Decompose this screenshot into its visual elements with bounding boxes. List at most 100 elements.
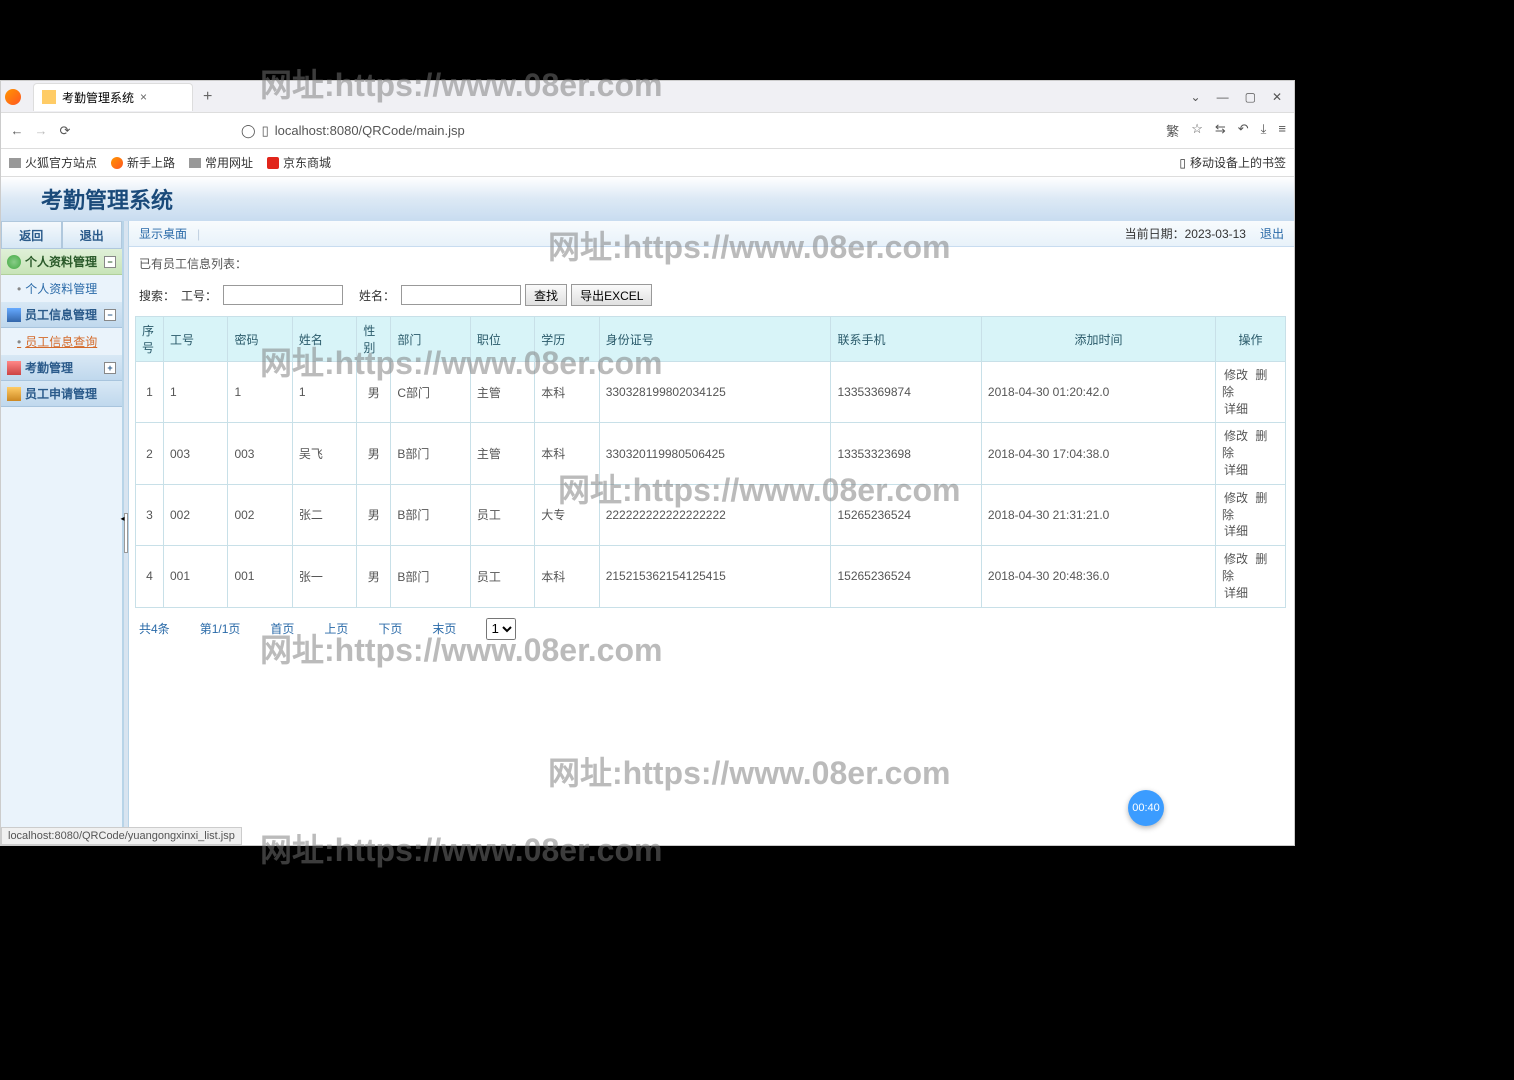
cell-gh: 1 — [164, 362, 228, 423]
browser-tab[interactable]: 考勤管理系统 × — [33, 83, 193, 111]
col-header: 添加时间 — [981, 317, 1215, 362]
tab-close-icon[interactable]: × — [140, 90, 147, 104]
search-button[interactable]: 查找 — [525, 284, 567, 306]
pager-next[interactable]: 下页 — [378, 620, 402, 637]
cell-pwd: 003 — [228, 423, 292, 484]
col-header: 联系手机 — [831, 317, 981, 362]
cell-time: 2018-04-30 21:31:21.0 — [981, 484, 1215, 545]
logout-link[interactable]: 退出 — [1260, 225, 1284, 242]
edit-link[interactable]: 修改 — [1224, 491, 1248, 505]
timer-badge: 00:40 — [1128, 790, 1164, 826]
sidebar-item-profile[interactable]: 个人资料管理 — [1, 275, 122, 302]
translate-icon[interactable]: 繁 — [1166, 121, 1179, 140]
cell-time: 2018-04-30 17:04:38.0 — [981, 423, 1215, 484]
expand-icon[interactable]: + — [104, 362, 116, 374]
bookmark-item[interactable]: 火狐官方站点 — [9, 154, 97, 171]
export-excel-button[interactable]: 导出EXCEL — [571, 284, 652, 306]
nav-forward-icon[interactable]: → — [33, 123, 49, 138]
app-header: 考勤管理系统 — [1, 177, 1294, 221]
sidebar-group-employee[interactable]: 员工信息管理 − — [1, 302, 122, 328]
pager-first[interactable]: 首页 — [270, 620, 294, 637]
cell-pos: 员工 — [470, 484, 534, 545]
bookmark-item[interactable]: 京东商城 — [267, 154, 331, 171]
cell-dept: B部门 — [391, 423, 471, 484]
xm-input[interactable] — [401, 285, 521, 305]
nav-reload-icon[interactable]: ⟳ — [57, 123, 73, 139]
extension-icon[interactable]: ⇆ — [1215, 121, 1226, 140]
address-bar: ← → ⟳ ◯ ▯ localhost:8080/QRCode/main.jsp… — [1, 113, 1294, 149]
cell-time: 2018-04-30 01:20:42.0 — [981, 362, 1215, 423]
history-icon[interactable]: ↶ — [1238, 121, 1249, 140]
bookmark-star-icon[interactable]: ☆ — [1191, 121, 1203, 140]
cell-dept: B部门 — [391, 546, 471, 607]
pager-total: 共4条 — [139, 620, 170, 637]
edit-link[interactable]: 修改 — [1224, 552, 1248, 566]
window-minimize-icon[interactable]: — — [1217, 90, 1229, 104]
col-header: 工号 — [164, 317, 228, 362]
col-header: 操作 — [1216, 317, 1286, 362]
bookmark-item[interactable]: 常用网址 — [189, 154, 253, 171]
chart-icon — [7, 308, 21, 322]
sidebar-exit-button[interactable]: 退出 — [62, 221, 123, 249]
cell-idc: 222222222222222222 — [599, 484, 831, 545]
col-header: 部门 — [391, 317, 471, 362]
calendar-icon — [7, 361, 21, 375]
tab-title: 考勤管理系统 — [62, 89, 134, 106]
sidebar-back-button[interactable]: 返回 — [1, 221, 62, 249]
table-row: 4001001张一男B部门员工本科21521536215412541515265… — [136, 546, 1286, 607]
col-header: 职位 — [470, 317, 534, 362]
tabs-chevron-icon[interactable]: ⌄ — [1191, 90, 1201, 104]
sidebar-group-profile[interactable]: 个人资料管理 − — [1, 249, 122, 275]
favicon-icon — [42, 90, 56, 104]
breadcrumb-sep: | — [197, 227, 200, 241]
cell-time: 2018-04-30 20:48:36.0 — [981, 546, 1215, 607]
menu-icon[interactable]: ≡ — [1278, 121, 1286, 140]
cell-gh: 001 — [164, 546, 228, 607]
url-text: localhost:8080/QRCode/main.jsp — [275, 123, 465, 138]
table-row: 2003003吴飞男B部门主管本科33032011998050642513353… — [136, 423, 1286, 484]
collapse-icon[interactable]: − — [104, 309, 116, 321]
sidebar-item-employee-query[interactable]: 员工信息查询 — [1, 328, 122, 355]
table-row: 3002002张二男B部门员工大专22222222222222222215265… — [136, 484, 1286, 545]
edit-link[interactable]: 修改 — [1224, 429, 1248, 443]
cell-pwd: 1 — [228, 362, 292, 423]
collapse-icon[interactable]: − — [104, 256, 116, 268]
detail-link[interactable]: 详细 — [1224, 463, 1248, 477]
cell-pos: 员工 — [470, 546, 534, 607]
cell-tel: 15265236524 — [831, 546, 981, 607]
cell-dept: C部门 — [391, 362, 471, 423]
pager-select[interactable]: 1 — [486, 618, 516, 640]
cell-pwd: 002 — [228, 484, 292, 545]
window-maximize-icon[interactable]: ▢ — [1245, 90, 1256, 104]
breadcrumb: 显示桌面 | 当前日期：2023-03-13 退出 — [129, 221, 1294, 247]
cell-sex: 男 — [357, 484, 391, 545]
detail-link[interactable]: 详细 — [1224, 586, 1248, 600]
download-icon[interactable]: ⤓ — [1261, 121, 1267, 140]
pager-last[interactable]: 末页 — [432, 620, 456, 637]
list-title: 已有员工信息列表： — [129, 247, 1294, 280]
nav-back-icon[interactable]: ← — [9, 123, 25, 138]
cell-name: 1 — [292, 362, 356, 423]
cell-idc: 330328199802034125 — [599, 362, 831, 423]
bookmark-mobile[interactable]: ▯移动设备上的书签 — [1179, 154, 1286, 171]
current-date-label: 当前日期：2023-03-13 — [1125, 225, 1246, 242]
bookmark-item[interactable]: 新手上路 — [111, 154, 175, 171]
cell-edu: 本科 — [535, 423, 599, 484]
window-close-icon[interactable]: ✕ — [1272, 90, 1282, 104]
pager-prev[interactable]: 上页 — [324, 620, 348, 637]
cell-pos: 主管 — [470, 423, 534, 484]
col-header: 学历 — [535, 317, 599, 362]
new-tab-button[interactable]: + — [203, 88, 212, 106]
cell-seq: 2 — [136, 423, 164, 484]
detail-link[interactable]: 详细 — [1224, 524, 1248, 538]
url-field[interactable]: ◯ ▯ localhost:8080/QRCode/main.jsp — [81, 123, 1158, 139]
cell-edu: 本科 — [535, 362, 599, 423]
gh-input[interactable] — [223, 285, 343, 305]
xm-label: 姓名： — [359, 287, 395, 304]
cell-tel: 15265236524 — [831, 484, 981, 545]
sidebar-group-apply[interactable]: 员工申请管理 — [1, 381, 122, 407]
edit-link[interactable]: 修改 — [1224, 368, 1248, 382]
breadcrumb-home[interactable]: 显示桌面 — [139, 225, 187, 242]
sidebar-group-attendance[interactable]: 考勤管理 + — [1, 355, 122, 381]
detail-link[interactable]: 详细 — [1224, 402, 1248, 416]
